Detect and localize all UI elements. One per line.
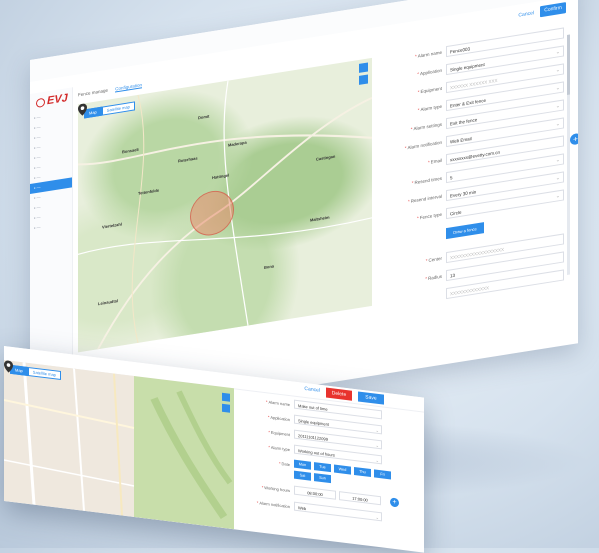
logo-mark-icon [36, 97, 45, 108]
location-pin-icon[interactable] [78, 103, 87, 116]
chevron-down-icon: ⌄ [555, 175, 560, 182]
field-label: *Resend times [411, 175, 442, 186]
equipment-value: XXXXXX XXXXXX XXX [450, 77, 498, 91]
field-label: *Application [417, 67, 442, 77]
save-button[interactable]: Save [358, 391, 384, 405]
layers-icon[interactable] [222, 403, 230, 413]
layers-icon[interactable] [359, 74, 368, 85]
resend-times-value: 5 [450, 175, 453, 181]
chevron-down-icon: ⌄ [375, 442, 379, 449]
fullscreen-icon[interactable] [359, 62, 368, 73]
alarm-notification-value: Web Email [450, 136, 472, 145]
alarm-notification-label: Alarm notification [259, 500, 290, 510]
fence-type-label: Fence type [419, 211, 442, 221]
alarm-type-label: Alarm type [270, 444, 290, 453]
alarm-type-value: Enter & Exit fence [450, 97, 487, 109]
map-view[interactable]: Map Satellite map [4, 360, 234, 530]
day-fri-button[interactable]: Fri [374, 469, 391, 480]
cancel-button[interactable]: Cancel [304, 386, 320, 394]
alarm-settings-value: Exit the fence [450, 117, 478, 127]
chevron-down-icon: ⌄ [555, 103, 560, 110]
field-label: *Alarm type [417, 103, 442, 113]
equipment-value: 20111101122099 [298, 433, 328, 442]
chevron-down-icon: ⌄ [555, 67, 560, 74]
alarm-notification-value: Web [298, 505, 307, 512]
alarm-name-label: Alarm name [268, 399, 290, 408]
radius-label: Radius [427, 273, 442, 281]
chevron-down-icon: ⌄ [375, 427, 379, 434]
field-label: *Application [267, 414, 290, 423]
equipment-label: Equipment [270, 429, 290, 438]
chevron-down-icon: ⌄ [375, 514, 379, 521]
end-time-input[interactable]: 17:00:00 [339, 491, 381, 506]
fence-type-value: Circle [450, 209, 462, 217]
alarm-name-label: Alarm name [417, 49, 442, 59]
chevron-down-icon: ⌄ [555, 157, 560, 164]
map-roads [4, 362, 233, 520]
field-label: *Alarm settings [410, 121, 442, 132]
add-time-range-button[interactable]: + [390, 497, 399, 508]
day-wed-button[interactable]: Wed [334, 464, 351, 475]
location-pin-icon[interactable] [4, 360, 13, 373]
alarm-type-label: Alarm type [420, 103, 442, 113]
alarm-type-value: Working out of hours [298, 448, 335, 458]
email-label: Email [430, 157, 442, 165]
equipment-label: Equipment [420, 85, 442, 95]
field-label: *Alarm name [414, 49, 442, 60]
field-label: *Radius [425, 273, 442, 282]
field-label: *Alarm notification [404, 139, 442, 151]
day-sun-button[interactable]: Sun [314, 473, 331, 484]
field-label: *Alarm notification [256, 500, 290, 510]
field-label: *Equipment [417, 85, 442, 95]
field-label: *Center [425, 255, 442, 264]
chevron-down-icon: ⌄ [375, 457, 379, 464]
map-tools [359, 62, 368, 85]
day-tue-button[interactable]: Tue [314, 462, 331, 473]
sidebar-nav: ▪ — ▪ — ▪ — ▪ — ▪ — ▪ — ▪ — ▪ — ▪ — ▪ — … [30, 107, 72, 234]
field-label: *Resend interval [407, 193, 442, 205]
resend-interval-value: Every 30 min [450, 189, 477, 199]
cancel-button[interactable]: Cancel [518, 10, 534, 18]
field-label: *Equipment [268, 429, 290, 438]
confirm-button[interactable]: Confirm [540, 2, 566, 18]
scrollbar[interactable] [567, 34, 570, 275]
chevron-down-icon: ⌄ [555, 85, 560, 92]
tab-fence-manage[interactable]: Fence manage [78, 88, 108, 98]
alarm-form: *Alarm name Fence003 *Application Single… [380, 26, 578, 374]
tab-configuration[interactable]: Configuration [115, 82, 143, 93]
fullscreen-icon[interactable] [222, 392, 230, 402]
map-tools [222, 392, 230, 413]
field-label: *Working hours [261, 484, 290, 494]
day-thu-button[interactable]: Thu [354, 466, 371, 478]
field-label: *Email [427, 157, 442, 165]
alarm-form: *Alarm name Make out of time *Applicatio… [240, 393, 424, 553]
delete-button[interactable]: Delete [326, 387, 352, 401]
start-time-input[interactable]: 08:00:00 [294, 485, 336, 500]
application-value: Single equipment [450, 61, 485, 73]
draw-fence-button[interactable]: Draw a fence [446, 222, 484, 240]
center-label: Center [428, 255, 442, 263]
field-label: *Fence type [416, 211, 442, 221]
working-hours-label: Working hours [264, 484, 290, 494]
map-view[interactable]: Map Satellite map Domit Bonsaeli Roterha… [78, 57, 372, 353]
alarm-notification-label: Alarm notification [407, 139, 442, 151]
application-label: Application [419, 67, 442, 77]
alarm-settings-label: Alarm settings [413, 121, 442, 132]
field-label: *Alarm name [265, 399, 290, 408]
chevron-down-icon: ⌄ [555, 193, 560, 200]
chevron-down-icon: ⌄ [555, 121, 560, 128]
day-sat-button[interactable]: Sat [294, 470, 311, 481]
field-label: *Date [278, 460, 290, 468]
date-label: Date [281, 461, 290, 468]
field-label: *Alarm type [268, 444, 290, 453]
resend-times-label: Resend times [414, 175, 442, 186]
application-value: Single equipment [298, 418, 329, 427]
add-email-button[interactable]: + [570, 132, 578, 146]
day-mon-button[interactable]: Mon [294, 459, 311, 470]
resend-interval-label: Resend interval [410, 193, 442, 204]
chevron-down-icon: ⌄ [555, 49, 560, 56]
application-label: Application [270, 414, 290, 423]
scrollbar-thumb[interactable] [567, 34, 570, 95]
